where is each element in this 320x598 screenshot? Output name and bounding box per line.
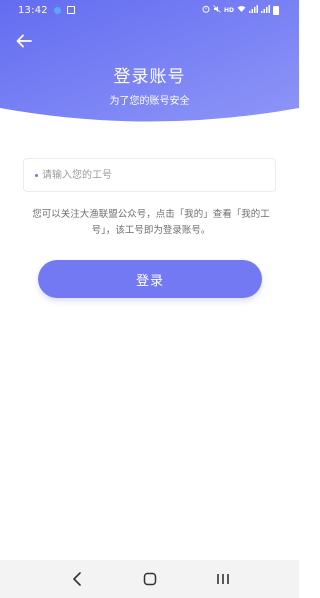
- back-button[interactable]: [13, 30, 35, 52]
- home-icon[interactable]: [135, 564, 165, 594]
- status-icons: HD: [202, 5, 279, 15]
- hint-text: 您可以关注大渔联盟公众号，点击「我的」查看「我的工号」，该工号即为登录账号。: [32, 209, 270, 236]
- signal-icon: [249, 5, 258, 15]
- hd-signal-icon: [261, 5, 270, 15]
- battery-icon: [273, 5, 279, 15]
- employee-id-field[interactable]: [23, 158, 276, 192]
- wifi-icon: [237, 5, 246, 15]
- message-icon: [67, 6, 75, 14]
- login-button[interactable]: 登录: [38, 260, 262, 298]
- hd-icon: HD: [223, 6, 234, 14]
- employee-id-input[interactable]: [42, 159, 267, 191]
- back-nav-icon[interactable]: [62, 564, 92, 594]
- alarm-icon: [202, 5, 210, 15]
- notification-icon: [54, 7, 61, 14]
- mute-icon: [213, 5, 221, 15]
- status-time: 13:42: [18, 5, 48, 16]
- arrow-left-icon: [16, 34, 32, 48]
- recents-icon[interactable]: [208, 564, 238, 594]
- system-nav-bar: [0, 560, 299, 598]
- page-subtitle: 为了您的账号安全: [109, 96, 190, 107]
- bullet-icon: [35, 174, 38, 177]
- status-bar: 13:42 HD: [0, 0, 299, 22]
- page-title: 登录账号: [113, 67, 186, 87]
